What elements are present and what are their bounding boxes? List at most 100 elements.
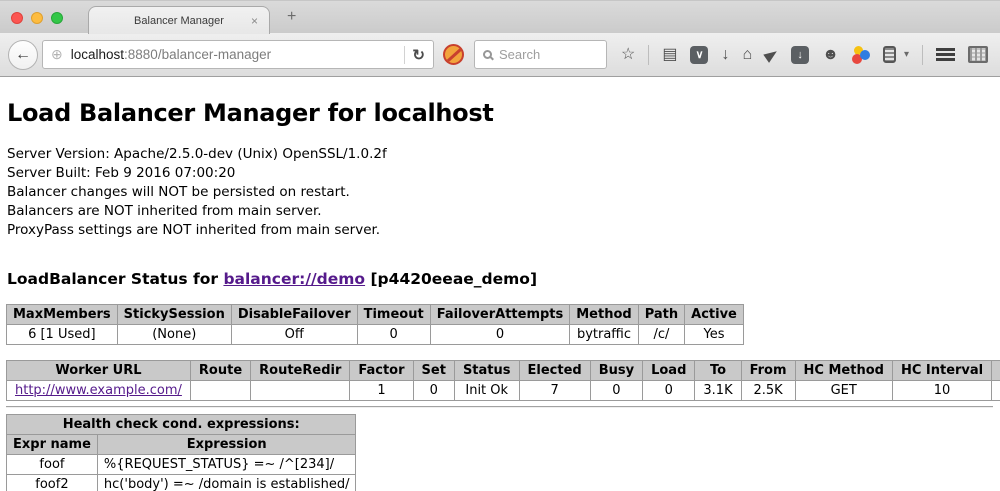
column-header: DisableFailover: [231, 305, 357, 325]
colorpicker-extension-icon[interactable]: [852, 46, 870, 64]
divider: [922, 45, 923, 65]
table-cell: 1: [350, 381, 413, 401]
menu-hamburger-icon[interactable]: [936, 48, 955, 61]
table-header-row: Expr nameExpression: [7, 435, 356, 455]
chevron-down-icon[interactable]: ▾: [904, 49, 909, 60]
column-header: StickySession: [117, 305, 231, 325]
column-header: From: [741, 361, 795, 381]
column-header: Set: [413, 361, 454, 381]
column-header: Busy: [590, 361, 642, 381]
table-cell: 0: [413, 381, 454, 401]
proxypass-note-line: ProxyPass settings are NOT inherited fro…: [7, 221, 993, 240]
battery-extension-icon[interactable]: [883, 46, 896, 63]
table-cell: foof2: [7, 475, 98, 491]
persist-note-line: Balancer changes will NOT be persisted o…: [7, 183, 993, 202]
column-header: Path: [638, 305, 684, 325]
worker-url-link[interactable]: http://www.example.com/: [15, 383, 182, 398]
column-header: Active: [685, 305, 744, 325]
downloads-icon[interactable]: ↓: [721, 47, 729, 63]
table-cell: 10: [892, 381, 991, 401]
column-header: RouteRedir: [251, 361, 350, 381]
table-cell: Init Ok: [454, 381, 519, 401]
url-bar[interactable]: ⊕ localhost:8880/balancer-manager ↻: [42, 40, 434, 69]
worker-status-table: Worker URLRouteRouteRedirFactorSetStatus…: [6, 360, 1000, 401]
table-cell: foof: [7, 455, 98, 475]
window-controls: [11, 12, 63, 24]
column-header: HC Interval: [892, 361, 991, 381]
content-blocker-extension-icon[interactable]: [443, 44, 464, 65]
table-cell: hc('body') =~ /domain is established/: [97, 475, 356, 491]
health-check-table: Health check cond. expressions: Expr nam…: [6, 414, 356, 491]
search-input[interactable]: [499, 47, 594, 62]
server-version-line: Server Version: Apache/2.5.0-dev (Unix) …: [7, 145, 993, 164]
back-button[interactable]: ←: [8, 40, 38, 70]
back-arrow-icon: ←: [15, 46, 31, 64]
table-cell: /c/: [638, 325, 684, 345]
column-header: FailoverAttempts: [430, 305, 570, 325]
download-manager-extension-icon[interactable]: ↓: [791, 46, 809, 64]
tab-balancer-manager[interactable]: Balancer Manager ×: [88, 6, 270, 34]
health-table-title: Health check cond. expressions:: [7, 415, 356, 435]
page-title: Load Balancer Manager for localhost: [7, 99, 993, 127]
tab-bar: Balancer Manager × +: [0, 0, 1000, 33]
table-cell: 7: [519, 381, 590, 401]
reading-list-icon[interactable]: ▤: [662, 47, 677, 63]
close-tab-icon[interactable]: ×: [251, 15, 258, 27]
table-row: foof2hc('body') =~ /domain is establishe…: [7, 475, 356, 491]
pocket-icon[interactable]: ∨: [690, 46, 708, 64]
new-tab-button[interactable]: +: [287, 8, 296, 26]
reload-button[interactable]: ↻: [412, 46, 425, 64]
minimize-window-button[interactable]: [31, 12, 43, 24]
send-tab-icon[interactable]: [763, 47, 779, 63]
column-header: Factor: [350, 361, 413, 381]
column-header: Route: [190, 361, 250, 381]
url-text: localhost:8880/balancer-manager: [71, 47, 398, 62]
url-host: localhost: [71, 47, 124, 62]
column-header: Expression: [97, 435, 356, 455]
column-header: Method: [570, 305, 638, 325]
section-divider: [6, 406, 993, 408]
column-header: Elected: [519, 361, 590, 381]
table-cell: %{REQUEST_STATUS} =~ /^[234]/: [97, 455, 356, 475]
table-row: 6 [1 Used](None)Off00bytraffic/c/Yes: [7, 325, 744, 345]
zoom-window-button[interactable]: [51, 12, 63, 24]
balancers-note-line: Balancers are NOT inherited from main se…: [7, 202, 993, 221]
search-box[interactable]: [474, 40, 607, 69]
navigation-toolbar: ← ⊕ localhost:8880/balancer-manager ↻ ☆ …: [0, 33, 1000, 77]
column-header: Timeout: [357, 305, 430, 325]
browser-window: Balancer Manager × + ← ⊕ localhost:8880/…: [0, 0, 1000, 77]
feedback-smiley-icon[interactable]: ☻: [822, 47, 839, 63]
balancer-settings-table: MaxMembersStickySessionDisableFailoverTi…: [6, 304, 744, 345]
table-cell: [190, 381, 250, 401]
table-row: foof%{REQUEST_STATUS} =~ /^[234]/: [7, 455, 356, 475]
table-cell: http://www.example.com/: [7, 381, 191, 401]
table-header-row: Worker URLRouteRouteRedirFactorSetStatus…: [7, 361, 1000, 381]
column-header: Status: [454, 361, 519, 381]
search-icon: [483, 50, 492, 59]
balancer-demo-link[interactable]: balancer://demo: [223, 270, 365, 288]
table-cell: 0: [590, 381, 642, 401]
table-cell: 0: [643, 381, 695, 401]
page-content: Load Balancer Manager for localhost Serv…: [0, 99, 1000, 491]
tab-title: Balancer Manager: [134, 15, 224, 27]
close-window-button[interactable]: [11, 12, 23, 24]
server-info: Server Version: Apache/2.5.0-dev (Unix) …: [7, 145, 993, 240]
home-icon[interactable]: ⌂: [742, 47, 752, 63]
globe-icon: ⊕: [51, 46, 63, 63]
column-header: Worker URL: [7, 361, 191, 381]
divider: [404, 46, 405, 64]
balancer-status-heading: LoadBalancer Status for balancer://demo …: [7, 270, 993, 288]
bookmark-star-icon[interactable]: ☆: [621, 47, 635, 63]
tiles-extension-icon[interactable]: [968, 46, 988, 63]
table-cell: 0: [357, 325, 430, 345]
table-cell: bytraffic: [570, 325, 638, 345]
server-built-line: Server Built: Feb 9 2016 07:00:20: [7, 164, 993, 183]
toolbar-icons: ☆ ▤ ∨ ↓ ⌂ ↓ ☻ ▾: [621, 45, 992, 65]
column-header: MaxMembers: [7, 305, 118, 325]
column-header: To: [695, 361, 741, 381]
column-header: Load: [643, 361, 695, 381]
table-cell: [251, 381, 350, 401]
table-cell: 3.1K: [695, 381, 741, 401]
column-header: HC Method: [795, 361, 892, 381]
table-cell: 6 [1 Used]: [7, 325, 118, 345]
